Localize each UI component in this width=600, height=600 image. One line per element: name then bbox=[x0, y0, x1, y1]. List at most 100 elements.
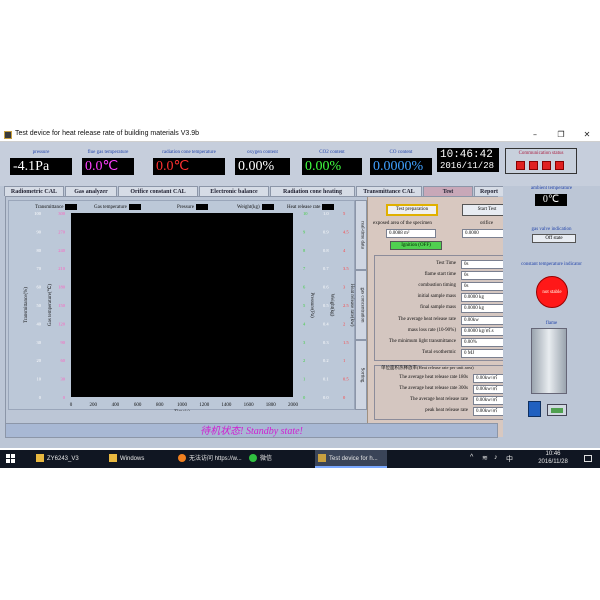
tab-bar: Radiometric CAL Gas analyzer Orifice con… bbox=[4, 186, 504, 196]
y-tick-label: 0 bbox=[303, 395, 306, 400]
vtab-sorting[interactable]: Sorting bbox=[355, 340, 367, 410]
y-axis-label: Weight(kg) bbox=[329, 294, 334, 317]
ignition-button[interactable]: Ignition (OFF) bbox=[390, 241, 442, 250]
orifice-label: orifice bbox=[480, 221, 494, 226]
gas-valve-value: Off state bbox=[532, 234, 576, 243]
tab-report[interactable]: Report bbox=[474, 186, 504, 196]
maximize-button[interactable]: ❐ bbox=[548, 128, 574, 142]
y-tick-label: 0.5 bbox=[323, 303, 329, 308]
pressure-value: -4.1Pa bbox=[10, 158, 72, 175]
x-tick-label: 1400 bbox=[221, 403, 232, 408]
area-label: exposed area of the specimen bbox=[373, 221, 432, 226]
comm-led-4 bbox=[555, 161, 564, 170]
ime-icon[interactable]: 中 bbox=[506, 454, 513, 464]
y-tick-label: 0.3 bbox=[323, 340, 329, 345]
y-tick-label: 1 bbox=[343, 358, 345, 363]
minimize-button[interactable]: – bbox=[522, 128, 548, 142]
flue-gas-value: 0.0℃ bbox=[82, 158, 134, 175]
y-axis-label: Heat release rate(kw) bbox=[349, 284, 354, 327]
y-tick-label: 1.0 bbox=[323, 211, 329, 216]
constant-temp-label: constant temperature indicator bbox=[521, 262, 582, 267]
y-tick-label: 2 bbox=[343, 321, 345, 326]
app-icon bbox=[4, 131, 12, 139]
tab-radiation-cone-heating[interactable]: Radiation cone heating bbox=[270, 186, 355, 196]
app-window: Test device for heat release rate of bui… bbox=[0, 128, 600, 448]
taskbar: ZY6243_V3 Windows 无法访问 https://w... 微信 T… bbox=[0, 450, 600, 468]
oxygen-value: 0.00% bbox=[235, 158, 290, 175]
folder-icon bbox=[109, 454, 117, 463]
tab-transmittance-cal[interactable]: Transmittance CAL bbox=[356, 186, 422, 196]
y-tick-label: 60 bbox=[61, 358, 66, 363]
x-tick-label: 1600 bbox=[244, 403, 255, 408]
tray-chevron-icon[interactable]: ^ bbox=[470, 454, 473, 461]
y-tick-label: 270 bbox=[58, 229, 66, 234]
final-mass-label: final sample mass bbox=[420, 305, 456, 310]
unit-area-section: 单位面积热释放率(Heat release rate per unit area… bbox=[374, 365, 519, 420]
y-tick-label: 3.5 bbox=[343, 266, 349, 271]
y-tick-label: 300 bbox=[58, 211, 66, 216]
wechat-icon bbox=[249, 454, 257, 463]
taskbar-date: 2016/11/28 bbox=[538, 459, 568, 465]
tab-test[interactable]: Test bbox=[423, 186, 473, 196]
y-tick-label: 3 bbox=[343, 285, 346, 290]
y-tick-label: 2.5 bbox=[343, 303, 349, 308]
report-icon[interactable] bbox=[547, 404, 567, 416]
browser-icon bbox=[178, 454, 186, 463]
y-tick-label: 7 bbox=[303, 266, 306, 271]
area-input[interactable]: 0.0088 m² bbox=[386, 229, 436, 238]
x-tick-label: 1200 bbox=[199, 403, 210, 408]
hrr-300s-label: The average heat release rate 300s bbox=[399, 386, 468, 391]
y-tick-label: 2 bbox=[303, 358, 305, 363]
taskbar-item-wechat[interactable]: 微信 bbox=[246, 450, 314, 468]
y-tick-label: 4.5 bbox=[343, 229, 349, 234]
hrr-avg-area-label: The average heat release rate bbox=[409, 397, 468, 402]
comm-led-3 bbox=[542, 161, 551, 170]
ambient-temp-value: 0℃ bbox=[535, 194, 567, 206]
y-tick-label: 0.1 bbox=[323, 377, 329, 382]
y-tick-label: 30 bbox=[37, 340, 42, 345]
test-control-panel: Test preparation Start Test exposed area… bbox=[367, 197, 522, 437]
window-title: Test device for heat release rate of bui… bbox=[15, 130, 200, 137]
oxygen-label: oxygen content bbox=[247, 150, 278, 155]
test-time-label: Test Time bbox=[436, 261, 456, 266]
plot-area bbox=[71, 213, 293, 397]
screen: Test device for heat release rate of bui… bbox=[0, 0, 600, 600]
x-tick-label: 0 bbox=[70, 403, 73, 408]
tab-orifice-constant-cal[interactable]: Orifice constant CAL bbox=[118, 186, 198, 196]
communication-status: Communication status bbox=[505, 148, 577, 174]
wifi-icon[interactable]: ≋ bbox=[482, 454, 488, 462]
co2-value: 0.00% bbox=[302, 158, 362, 175]
x-tick-label: 600 bbox=[134, 403, 142, 408]
y-tick-label: 60 bbox=[37, 285, 42, 290]
taskbar-item-zy6243[interactable]: ZY6243_V3 bbox=[33, 450, 105, 468]
vtab-gas-concentration[interactable]: gas concentration bbox=[355, 270, 367, 340]
taskbar-item-browser[interactable]: 无法访问 https://w... bbox=[175, 450, 245, 468]
tab-electronic-balance[interactable]: Electronic balance bbox=[199, 186, 269, 196]
x-tick-label: 800 bbox=[156, 403, 164, 408]
x-tick-label: 1800 bbox=[266, 403, 277, 408]
taskbar-clock[interactable]: 10:46 2016/11/28 bbox=[532, 450, 574, 468]
hrr-180s-label: The average heat release rate 180s bbox=[399, 375, 468, 380]
y-tick-label: 90 bbox=[61, 340, 66, 345]
clock-display: 10:46:42 2016/11/28 bbox=[437, 148, 499, 172]
y-tick-label: 4 bbox=[343, 248, 346, 253]
taskbar-item-windows[interactable]: Windows bbox=[106, 450, 174, 468]
y-tick-label: 30 bbox=[61, 377, 66, 382]
test-preparation-button[interactable]: Test preparation bbox=[386, 204, 438, 216]
title-bar[interactable]: Test device for heat release rate of bui… bbox=[0, 128, 600, 142]
notification-icon[interactable] bbox=[580, 450, 596, 468]
volume-icon[interactable]: ♪ bbox=[494, 454, 498, 461]
x-tick-label: 2000 bbox=[288, 403, 299, 408]
y-axis-label: Transmittance(%) bbox=[24, 287, 29, 323]
taskbar-item-test-device[interactable]: Test device for h... bbox=[315, 450, 387, 468]
results-section: Test Time 0s flame start time 0s combust… bbox=[374, 255, 519, 361]
close-button[interactable]: ✕ bbox=[574, 128, 600, 142]
save-icon[interactable] bbox=[528, 401, 541, 417]
tab-radiometric-cal[interactable]: Radiometric CAL bbox=[4, 186, 64, 196]
y-tick-label: 0.4 bbox=[323, 321, 329, 326]
vtab-real-time-data[interactable]: real-time data bbox=[355, 200, 367, 270]
co2-label: CO2 content bbox=[319, 150, 345, 155]
flame-indicator bbox=[531, 328, 567, 394]
tab-gas-analyzer[interactable]: Gas analyzer bbox=[65, 186, 117, 196]
clock-time: 10:46:42 bbox=[440, 149, 493, 161]
